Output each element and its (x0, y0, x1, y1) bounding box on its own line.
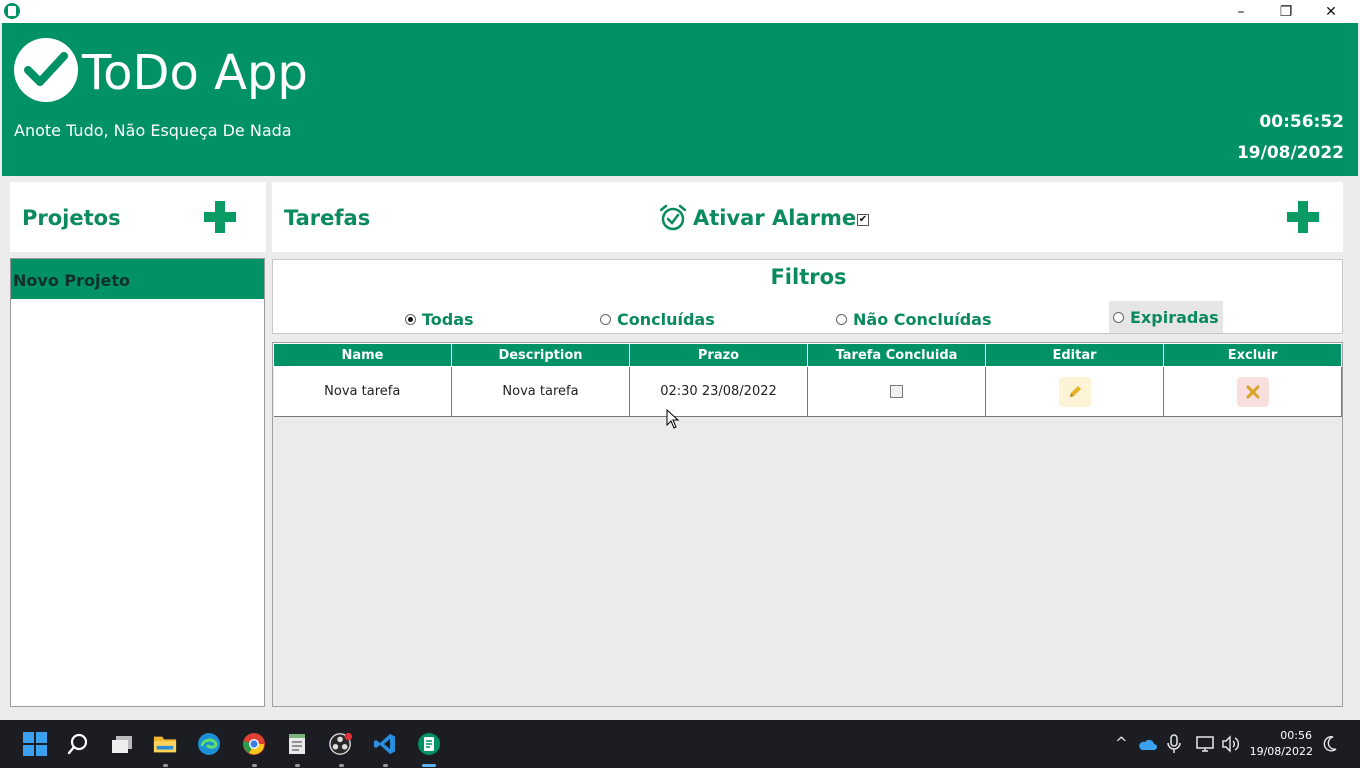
network-monitor-icon[interactable] (1196, 735, 1214, 753)
running-indicator (383, 764, 388, 767)
todo-app-icon[interactable] (417, 732, 441, 756)
column-header-prazo[interactable]: Prazo (629, 343, 808, 367)
start-icon[interactable] (23, 732, 47, 756)
windows-taskbar: ^ 00:56 19/08/2022 (0, 720, 1360, 768)
onedrive-cloud-icon[interactable] (1137, 737, 1157, 751)
tasks-header: Tarefas Ativar Alarme ✔ (272, 182, 1343, 252)
column-header-name[interactable]: Name (273, 343, 452, 367)
table-header-row: Name Description Prazo Tarefa Concluida … (273, 343, 1342, 367)
header-clock-time: 00:56:52 (1259, 112, 1344, 132)
app-window-icon (4, 3, 20, 19)
projects-list[interactable]: Novo Projeto (10, 258, 265, 707)
running-indicator (163, 764, 168, 767)
tasks-table: Name Description Prazo Tarefa Concluida … (273, 343, 1342, 417)
app-subtitle: Anote Tudo, Não Esqueça De Nada (14, 121, 292, 140)
cell-concluida (807, 366, 986, 417)
add-project-plus-icon[interactable] (204, 201, 236, 233)
active-app-indicator (422, 764, 436, 767)
task-done-checkbox[interactable] (890, 385, 903, 398)
alarm-checkbox[interactable]: ✔ (857, 214, 869, 226)
projects-title: Projetos (22, 206, 121, 230)
obs-icon[interactable] (329, 732, 353, 756)
volume-icon[interactable] (1221, 735, 1239, 753)
cell-excluir (1163, 366, 1342, 417)
running-indicator (252, 764, 257, 767)
column-header-description[interactable]: Description (451, 343, 630, 367)
add-task-plus-icon[interactable] (1287, 201, 1319, 233)
filter-label-nao-concluidas: Não Concluídas (853, 309, 992, 329)
radio-icon (836, 313, 847, 325)
file-explorer-icon[interactable] (153, 732, 177, 756)
app-title: ToDo App (82, 45, 308, 101)
close-button[interactable]: ✕ (1308, 0, 1354, 23)
tasks-table-area[interactable]: Name Description Prazo Tarefa Concluida … (272, 342, 1343, 707)
alarm-clock-icon (659, 204, 687, 231)
filters-panel: Filtros Todas Concluídas Não Concluídas … (272, 259, 1343, 334)
radio-icon (1113, 311, 1124, 323)
search-icon[interactable] (66, 732, 90, 756)
tasks-title: Tarefas (284, 206, 371, 230)
moon-notification-icon[interactable] (1322, 735, 1338, 753)
radio-selected-icon (405, 313, 416, 325)
chevron-up-icon[interactable]: ^ (1115, 734, 1128, 752)
app-header: ToDo App Anote Tudo, Não Esqueça De Nada… (2, 23, 1358, 176)
running-indicator (295, 764, 300, 767)
project-list-item[interactable]: Novo Projeto (11, 259, 264, 299)
filters-title: Filtros (770, 265, 847, 289)
header-clock-date: 19/08/2022 (1236, 143, 1344, 163)
checkmark-logo-icon (14, 38, 78, 102)
microphone-icon[interactable] (1167, 734, 1181, 754)
filter-radio-todas[interactable]: Todas (405, 307, 474, 331)
delete-task-button[interactable] (1236, 376, 1269, 407)
cell-name[interactable]: Nova tarefa (273, 366, 452, 417)
notepad-icon[interactable] (285, 732, 309, 756)
table-row[interactable]: Nova tarefa Nova tarefa 02:30 23/08/2022 (273, 366, 1342, 417)
column-header-tarefa-concluida[interactable]: Tarefa Concluida (807, 343, 986, 367)
task-view-icon[interactable] (110, 732, 134, 756)
cell-editar (985, 366, 1164, 417)
column-header-excluir[interactable]: Excluir (1163, 343, 1342, 367)
app-window: – ❐ ✕ ToDo App Anote Tudo, Não Esqueça D… (0, 0, 1360, 720)
mouse-cursor-icon (666, 409, 680, 429)
filter-label-todas: Todas (422, 309, 474, 329)
edge-icon[interactable] (197, 732, 221, 756)
chrome-icon[interactable] (242, 732, 266, 756)
filter-radio-expiradas[interactable]: Expiradas (1109, 301, 1223, 333)
filter-label-expiradas: Expiradas (1130, 307, 1219, 327)
edit-task-button[interactable] (1058, 376, 1091, 407)
project-item-label: Novo Projeto (13, 271, 130, 290)
taskbar-clock-date[interactable]: 19/08/2022 (1240, 745, 1313, 758)
column-header-editar[interactable]: Editar (985, 343, 1164, 367)
taskbar-clock-time[interactable]: 00:56 (1248, 729, 1312, 742)
cell-description[interactable]: Nova tarefa (451, 366, 630, 417)
filter-label-concluidas: Concluídas (617, 309, 715, 329)
radio-icon (600, 313, 611, 325)
vscode-icon[interactable] (373, 732, 397, 756)
pencil-icon (1069, 385, 1081, 397)
cell-prazo[interactable]: 02:30 23/08/2022 (629, 366, 808, 417)
projects-header: Projetos (10, 182, 266, 252)
maximize-button[interactable]: ❐ (1263, 0, 1309, 23)
filter-radio-concluidas[interactable]: Concluídas (600, 307, 715, 331)
window-titlebar[interactable]: – ❐ ✕ (0, 0, 1360, 23)
delete-x-icon (1246, 385, 1259, 398)
alarm-label: Ativar Alarme (693, 206, 857, 230)
running-indicator (339, 764, 344, 767)
filter-radio-nao-concluidas[interactable]: Não Concluídas (836, 307, 992, 331)
minimize-button[interactable]: – (1218, 0, 1264, 23)
